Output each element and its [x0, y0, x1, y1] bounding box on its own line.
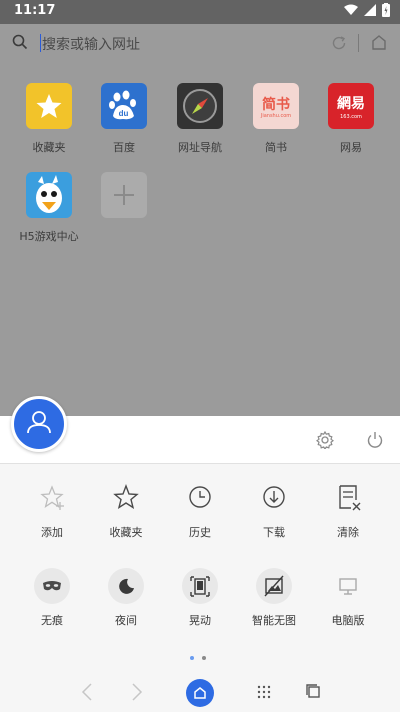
jianshu-logo: 简书 Jianshu.com [253, 83, 299, 129]
menu-label: 智能无图 [252, 614, 296, 627]
power-icon[interactable] [366, 431, 384, 449]
netease-logo: 網易 163.com [328, 83, 374, 129]
menu-desktop-version[interactable]: 电脑版 [311, 568, 385, 628]
shortcut-label: 网址导航 [178, 141, 222, 154]
shortcut-baidu[interactable]: du 百度 [86, 83, 162, 155]
shortcut-label: 简书 [265, 141, 287, 154]
shortcut-label: H5游戏中心 [19, 230, 79, 243]
star-outline-icon [108, 480, 144, 516]
menu-downloads[interactable]: 下载 [237, 480, 311, 540]
clock-icon [182, 480, 218, 516]
signal-icon [364, 4, 376, 16]
forward-arrow-icon[interactable] [130, 680, 144, 704]
menu-night-mode[interactable]: 夜间 [89, 568, 163, 628]
mask-icon [34, 568, 70, 604]
shortcut-nav[interactable]: 网址导航 [162, 83, 238, 155]
page-dot-active [190, 656, 194, 660]
download-icon [256, 480, 292, 516]
gear-icon[interactable] [316, 431, 334, 449]
star-icon [26, 83, 72, 129]
menu-label: 电脑版 [331, 614, 365, 627]
menu-favorites[interactable]: 收藏夹 [89, 480, 163, 540]
home-icon[interactable] [370, 33, 388, 51]
shake-icon [182, 568, 218, 604]
compass-icon [177, 83, 223, 129]
add-icon [101, 172, 147, 218]
netease-logo-sub: 163.com [340, 114, 362, 120]
address-bar[interactable]: 搜索或输入网址 [0, 24, 400, 62]
back-arrow-icon[interactable] [80, 680, 94, 704]
apps-grid-icon[interactable] [256, 680, 272, 704]
separator [358, 34, 359, 52]
wifi-icon [344, 4, 358, 15]
menu-label: 收藏夹 [109, 526, 143, 539]
menu-clear-data[interactable]: 清除 [311, 480, 385, 540]
menu-label: 清除 [337, 526, 359, 539]
star-plus-icon [34, 480, 70, 516]
page-indicator [190, 656, 206, 660]
menu-label: 夜间 [115, 614, 137, 627]
menu-label: 历史 [189, 526, 211, 539]
user-icon [27, 411, 51, 434]
menu-label: 下载 [263, 526, 285, 539]
jianshu-logo-text: 简书 [262, 97, 290, 113]
bird-icon [26, 172, 72, 218]
desktop-icon [330, 568, 366, 604]
search-icon [12, 34, 28, 50]
bottom-toolbar [0, 672, 400, 712]
menu-incognito[interactable]: 无痕 [15, 568, 89, 628]
home-icon [194, 687, 206, 699]
menu-history[interactable]: 历史 [163, 480, 237, 540]
home-button[interactable] [186, 679, 214, 707]
shortcut-jianshu[interactable]: 简书 Jianshu.com 简书 [238, 83, 314, 155]
home-shortcuts: 收藏夹 du 百度 网址导航 简书 Jianshu.com 简书 網易 163.… [0, 62, 400, 416]
status-icons [344, 3, 390, 17]
menu-add-bookmark[interactable]: 添加 [15, 480, 89, 540]
shortcut-label: 百度 [113, 141, 135, 154]
menu-label: 晃动 [189, 614, 211, 627]
user-avatar[interactable] [11, 396, 67, 452]
moon-icon [108, 568, 144, 604]
page-dot [202, 656, 206, 660]
refresh-icon[interactable] [330, 34, 348, 52]
shortcut-h5-games[interactable]: H5游戏中心 [11, 172, 87, 244]
menu-label: 添加 [41, 526, 63, 539]
shortcut-label: 网易 [340, 141, 362, 154]
netease-logo-text: 網易 [337, 96, 365, 112]
status-bar: 11:17 [0, 0, 400, 24]
baidu-paw-icon: du [101, 83, 147, 129]
svg-text:du: du [119, 109, 129, 118]
jianshu-logo-sub: Jianshu.com [260, 113, 292, 119]
text-cursor [40, 34, 41, 52]
battery-icon [382, 3, 390, 17]
add-shortcut-button[interactable] [86, 172, 162, 218]
no-image-icon [256, 568, 292, 604]
status-time: 11:17 [14, 3, 56, 18]
shortcut-netease[interactable]: 網易 163.com 网易 [313, 83, 389, 155]
search-input[interactable]: 搜索或输入网址 [42, 34, 140, 54]
menu-shake[interactable]: 晃动 [163, 568, 237, 628]
clear-icon [330, 480, 366, 516]
menu-smart-no-image[interactable]: 智能无图 [237, 568, 311, 628]
shortcut-label: 收藏夹 [32, 141, 66, 154]
shortcut-favorites[interactable]: 收藏夹 [11, 83, 87, 155]
menu-label: 无痕 [41, 614, 63, 627]
tabs-icon[interactable] [305, 680, 321, 704]
